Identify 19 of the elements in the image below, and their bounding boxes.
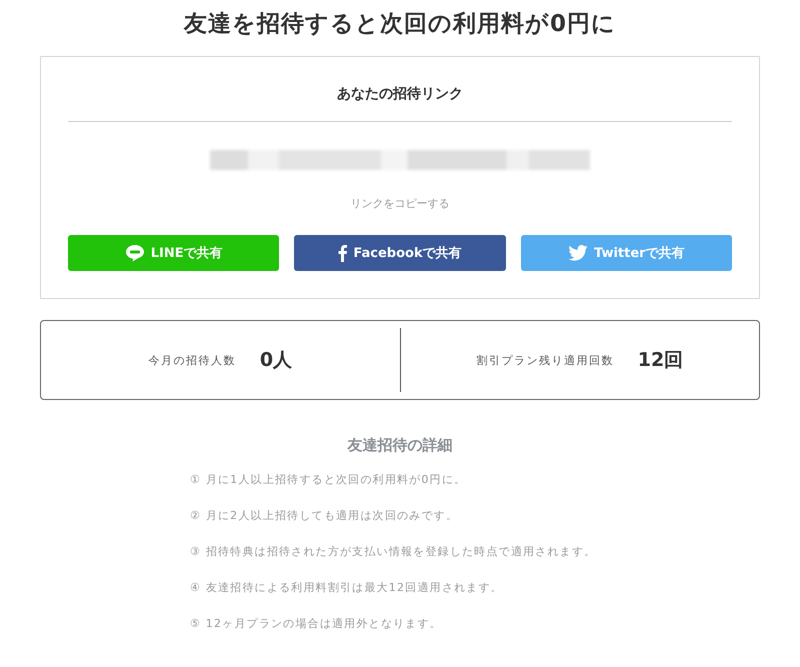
detail-item: ④ 友達招待による利用料割引は最大12回適用されます。 (190, 580, 504, 596)
stat-value: 12回 (638, 348, 684, 373)
facebook-icon (338, 244, 348, 262)
stat-value: 0人 (260, 348, 292, 373)
detail-item: ⑤ 12ヶ月プランの場合は適用外となります。 (190, 616, 443, 632)
share-button[interactable]: Facebookで共有 (294, 235, 506, 271)
stat-label: 今月の招待人数 (148, 352, 236, 368)
detail-item: ① 月に1人以上招待すると次回の利用料が0円に。 (190, 472, 468, 488)
bird-icon (568, 245, 588, 261)
details-heading: 友達招待の詳細 (346, 436, 454, 455)
detail-item: ② 月に2人以上招待しても適用は次回のみです。 (190, 508, 459, 524)
page-title: 友達を招待すると次回の利用料が0円に (184, 10, 616, 39)
share-button[interactable]: Twitterで共有 (520, 235, 732, 271)
copy-link[interactable]: リンクをコピーする (348, 194, 452, 213)
chat-bubble-icon (124, 244, 145, 262)
section-heading: あなたの招待リンク (68, 85, 732, 122)
share-button[interactable]: LINEで共有 (68, 235, 280, 271)
stat-label: 割引プラン残り適用回数 (476, 352, 614, 368)
detail-item: ③ 招待特典は招待された方が支払い情報を登録した時点で適用されます。 (190, 544, 598, 560)
